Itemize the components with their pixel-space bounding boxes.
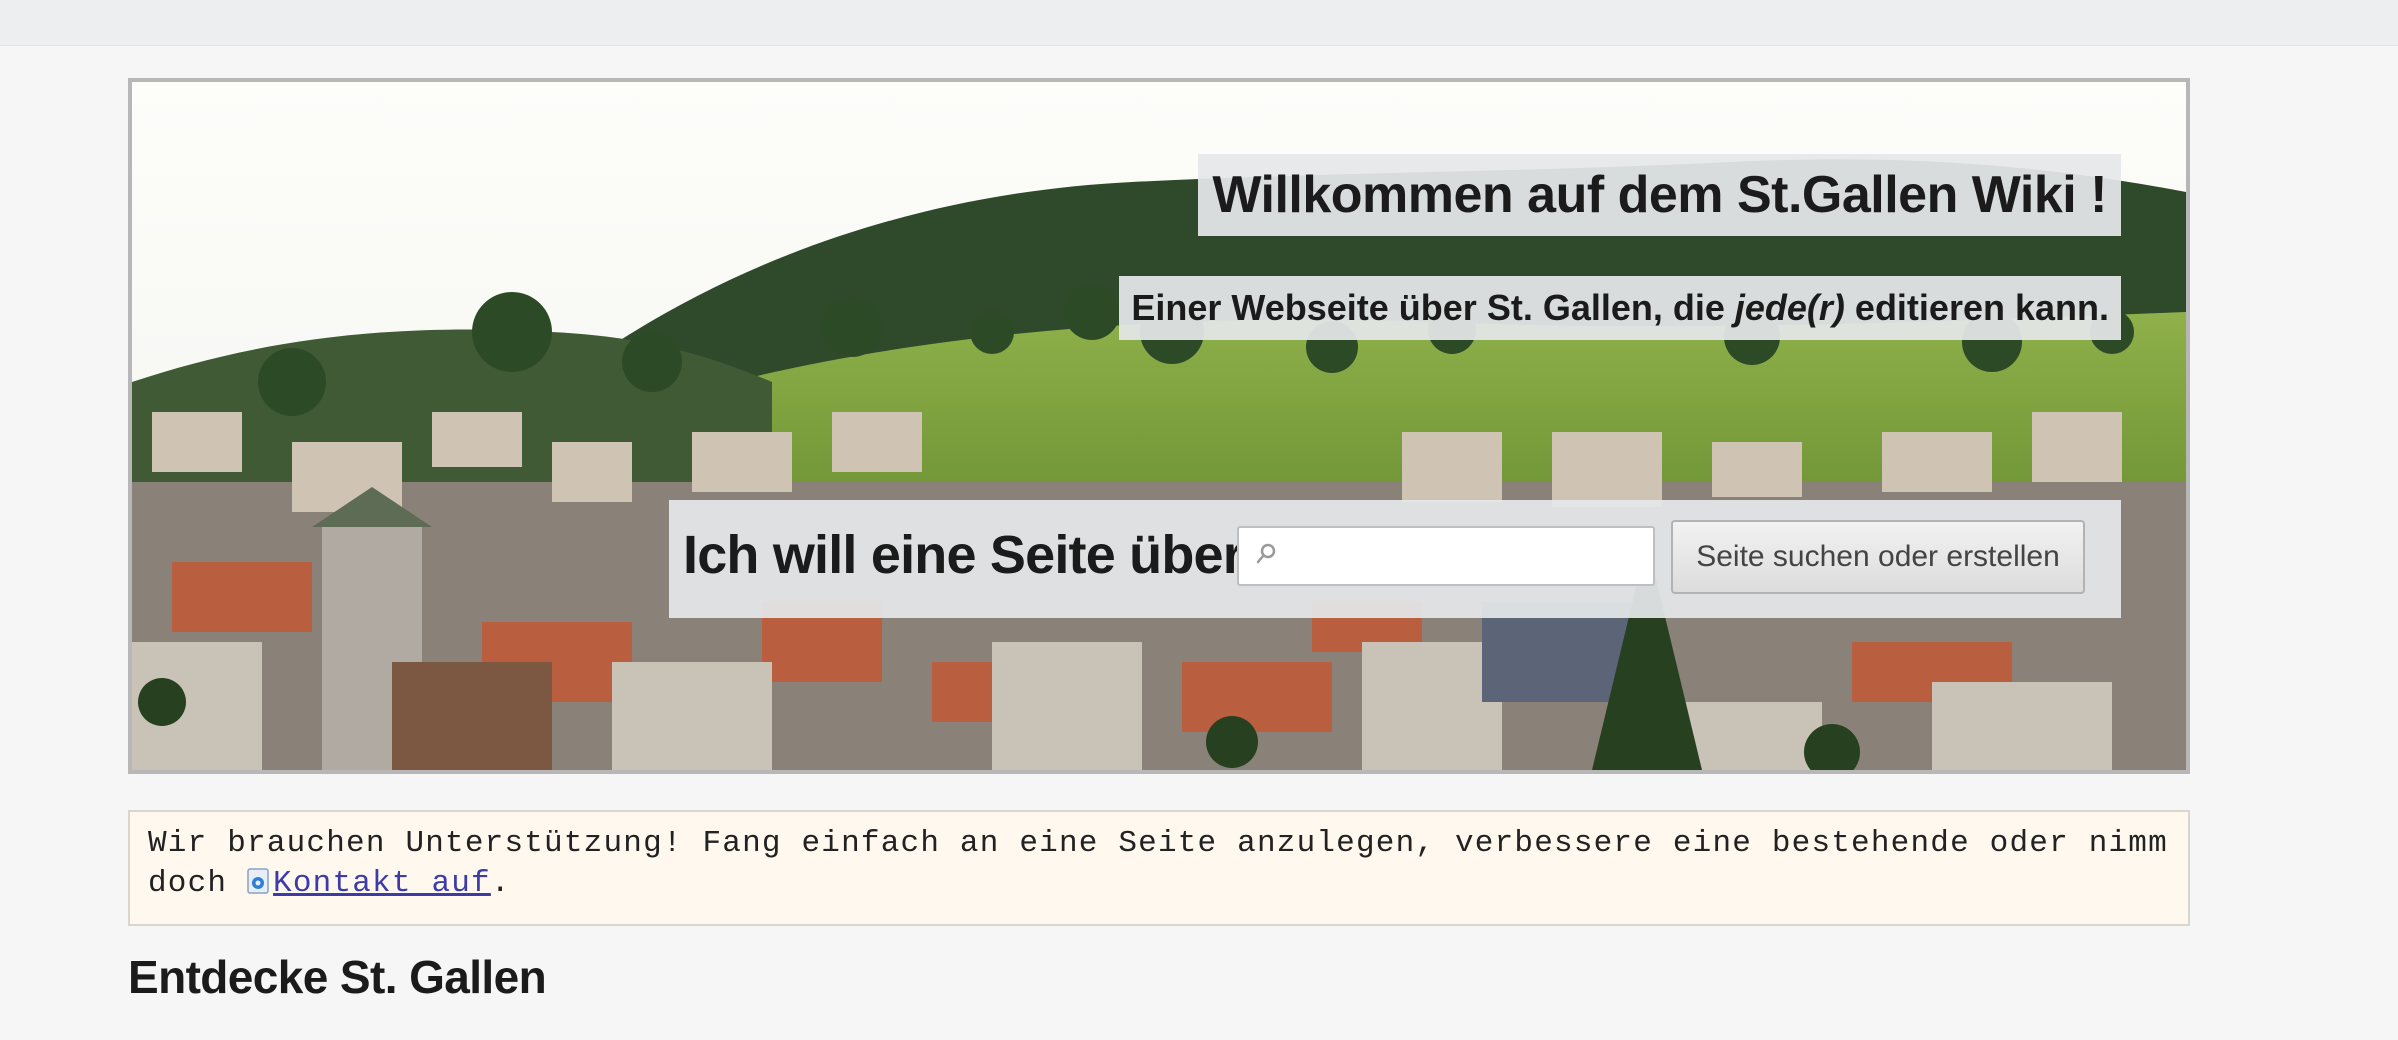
welcome-title-box: Willkommen auf dem St.Gallen Wiki ! xyxy=(1198,154,2121,236)
search-or-create-button[interactable]: Seite suchen oder erstellen xyxy=(1671,520,2085,594)
subtitle-text: Einer Webseite über St. Gallen, die xyxy=(1131,287,1725,328)
hero-banner: Willkommen auf dem St.Gallen Wiki ! Eine… xyxy=(128,78,2190,774)
mail-icon xyxy=(247,867,269,894)
subtitle-emphasis: jede(r) xyxy=(1734,287,1845,328)
subtitle-text-end: editieren kann. xyxy=(1854,287,2109,328)
search-icon xyxy=(1256,543,1276,564)
search-input[interactable] xyxy=(1283,534,1637,580)
notice-text-end: . xyxy=(490,866,511,901)
page-search-form: Ich will eine Seite über Seite suchen od… xyxy=(669,500,2121,618)
welcome-title: Willkommen auf dem St.Gallen Wiki ! xyxy=(1212,166,2107,224)
section-heading: Entdecke St. Gallen xyxy=(128,951,547,1003)
contact-link[interactable]: Kontakt auf xyxy=(273,866,491,901)
support-notice: Wir brauchen Unterstützung! Fang einfach… xyxy=(128,810,2190,926)
welcome-subtitle: Einer Webseite über St. Gallen, die jede… xyxy=(1119,276,2121,340)
top-bar xyxy=(0,0,2398,46)
search-label: Ich will eine Seite über xyxy=(683,525,1244,585)
search-input-box[interactable] xyxy=(1237,526,1655,586)
